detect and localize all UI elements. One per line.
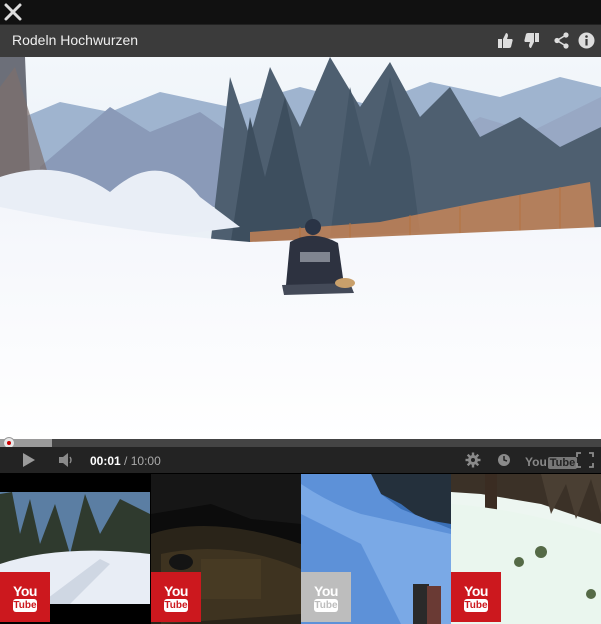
badge-you: You [464,583,488,599]
youtube-logo[interactable]: You Tube [525,453,578,469]
duration: 10:00 [130,454,161,468]
video-title-bar: Rodeln Hochwurzen [0,24,601,57]
related-video-thumbnail[interactable]: You Tube [301,474,451,624]
youtube-badge: You Tube [301,572,351,622]
related-video-thumbnail[interactable]: You Tube [151,474,301,624]
seek-bar[interactable] [0,437,601,449]
time-display: 00:01 / 10:00 [90,454,161,468]
youtube-badge: You Tube [0,572,50,622]
related-video-thumbnail[interactable]: You Tube [451,474,601,624]
share-icon[interactable] [553,32,570,49]
youtube-badge: You Tube [451,572,501,622]
badge-you: You [13,583,37,599]
settings-gear-icon[interactable] [465,452,481,468]
badge-tube: Tube [13,599,37,612]
badge-you: You [314,583,338,599]
badge-you: You [164,583,188,599]
video-scene-image [0,57,601,439]
player-controls: 00:01 / 10:00 You Tube [0,447,601,473]
fullscreen-icon[interactable] [576,452,594,468]
top-bar [0,0,601,24]
watch-later-clock-icon[interactable] [497,453,511,467]
badge-tube: Tube [314,599,338,612]
time-separator: / [124,454,128,468]
related-videos-strip: You Tube You Tube You Tube You Tube [0,474,601,624]
like-icon[interactable] [497,32,514,49]
dislike-icon[interactable] [523,32,540,49]
close-icon[interactable] [3,2,23,22]
video-frame[interactable] [0,57,601,439]
related-video-thumbnail[interactable]: You Tube [0,474,150,624]
info-icon[interactable] [578,32,595,49]
volume-icon[interactable] [58,452,76,468]
video-title[interactable]: Rodeln Hochwurzen [12,32,138,48]
badge-tube: Tube [164,599,188,612]
youtube-logo-you: You [525,455,547,469]
youtube-logo-tube: Tube [547,457,578,469]
current-time: 00:01 [90,454,121,468]
play-icon[interactable] [20,452,36,468]
youtube-badge: You Tube [151,572,201,622]
badge-tube: Tube [464,599,488,612]
